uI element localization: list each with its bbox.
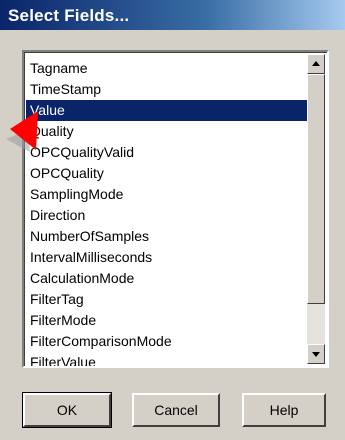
scroll-down-icon: [312, 352, 320, 357]
list-item[interactable]: FilterValue: [26, 352, 308, 366]
cancel-button[interactable]: Cancel: [132, 393, 220, 427]
scroll-down-button[interactable]: [307, 344, 325, 364]
window-title: Select Fields...: [8, 6, 130, 25]
list-item[interactable]: OPCQualityValid: [26, 142, 308, 163]
vertical-scrollbar[interactable]: [307, 54, 325, 364]
fields-list: Tagname TimeStamp Value Quality OPCQuali…: [26, 58, 308, 366]
list-item[interactable]: SamplingMode: [26, 184, 308, 205]
list-item[interactable]: Tagname: [26, 58, 308, 79]
red-arrow-pointer-icon: [6, 111, 38, 152]
select-fields-dialog: Select Fields... Tagname TimeStamp Value…: [0, 0, 345, 440]
list-item[interactable]: Value: [26, 100, 308, 121]
list-item[interactable]: NumberOfSamples: [26, 226, 308, 247]
list-item[interactable]: FilterMode: [26, 310, 308, 331]
list-item[interactable]: Quality: [26, 121, 308, 142]
list-item[interactable]: IntervalMilliseconds: [26, 247, 308, 268]
scrollbar-thumb[interactable]: [307, 74, 325, 304]
help-button[interactable]: Help: [242, 393, 326, 427]
title-bar[interactable]: Select Fields...: [0, 0, 345, 30]
list-item[interactable]: FilterTag: [26, 289, 308, 310]
ok-button[interactable]: OK: [22, 392, 112, 428]
list-item[interactable]: FilterComparisonMode: [26, 331, 308, 352]
list-item[interactable]: TimeStamp: [26, 79, 308, 100]
list-item[interactable]: CalculationMode: [26, 268, 308, 289]
list-item[interactable]: OPCQuality: [26, 163, 308, 184]
scroll-up-icon: [312, 61, 320, 66]
fields-listbox[interactable]: Tagname TimeStamp Value Quality OPCQuali…: [22, 50, 329, 368]
list-item[interactable]: Direction: [26, 205, 308, 226]
scroll-up-button[interactable]: [307, 54, 325, 74]
